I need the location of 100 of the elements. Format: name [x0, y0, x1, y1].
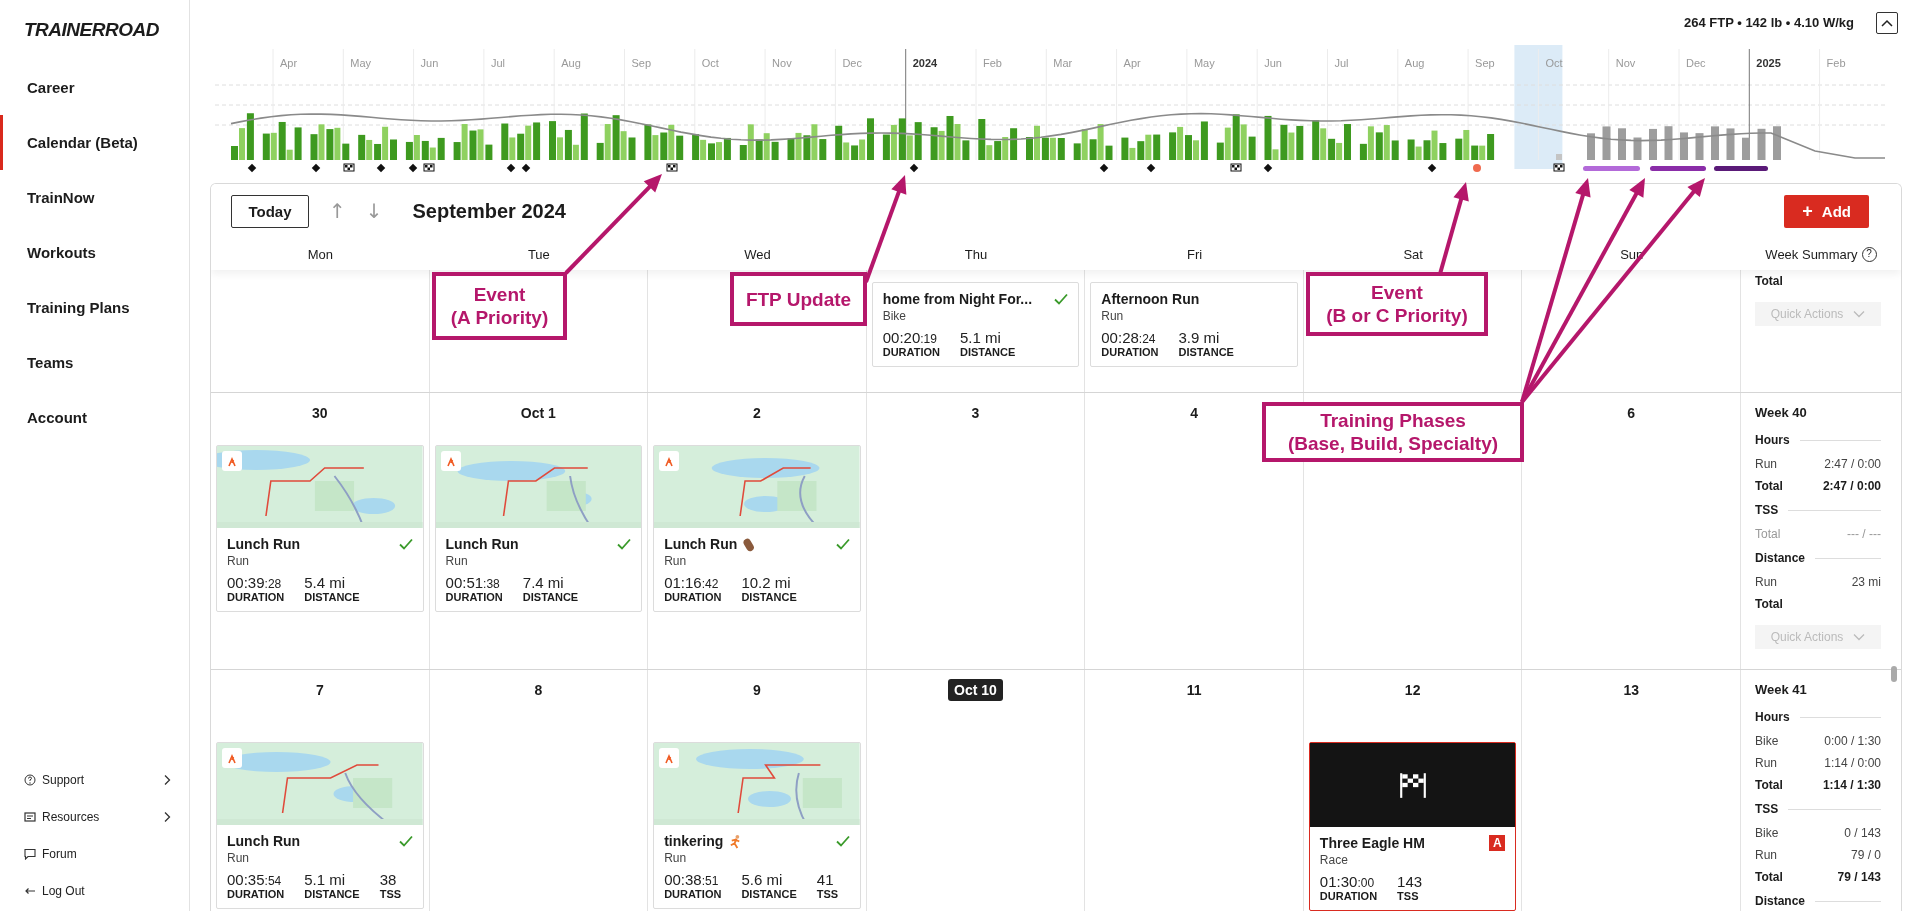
- diamond-icon[interactable]: [408, 163, 418, 173]
- summary-heading: Hours: [1755, 710, 1790, 724]
- sport-label: Run: [445, 554, 468, 568]
- stat-value: 00:39:28: [227, 574, 283, 591]
- summary-label: Run: [1755, 848, 1777, 862]
- stat-label: TSS: [816, 888, 839, 900]
- summary-heading: Distance: [1755, 551, 1805, 565]
- diamond-icon[interactable]: [311, 163, 321, 173]
- date-label: 13: [1622, 681, 1640, 700]
- diamond-icon[interactable]: [1263, 163, 1273, 173]
- sport-label: Run: [227, 554, 249, 568]
- summary-heading: TSS: [1755, 802, 1779, 816]
- week-title: Week 40: [1755, 404, 1807, 420]
- date-label: 3: [970, 404, 981, 423]
- stat-label: DISTANCE: [741, 591, 797, 603]
- race-card[interactable]: Three Eagle HM A Race 01:30:00 DURATION 143 TSS: [1308, 742, 1517, 911]
- month-label: Oct: [701, 57, 719, 69]
- stat-label: DURATION: [664, 591, 722, 603]
- checkered-flag-icon[interactable]: [666, 163, 678, 172]
- weekday-label: Thu: [964, 246, 988, 262]
- scrollbar-thumb[interactable]: [1891, 666, 1897, 682]
- diamond-icon[interactable]: [1099, 163, 1109, 173]
- activity-card[interactable]: Lunch Run Run 00:39:28 DURATION 5.4 mi DISTANCE: [216, 445, 424, 612]
- month-label: Feb: [1826, 57, 1846, 69]
- diamond-icon[interactable]: [1427, 163, 1437, 173]
- summary-label: Total: [1755, 870, 1783, 884]
- activity-card[interactable]: Lunch Run Run 00:35:54 DURATION 5.1 mi DISTANCE 38 TSS: [216, 742, 424, 909]
- summary-label: Total: [1755, 527, 1781, 541]
- summary-value: 1:14 / 1:30: [1822, 778, 1881, 792]
- summary-heading: TSS: [1755, 503, 1779, 517]
- diamond-icon[interactable]: [909, 163, 919, 173]
- annotation-label: Event (A Priority): [432, 272, 567, 340]
- nav-item[interactable]: Workouts: [0, 225, 189, 280]
- weekday-label: Fri: [1186, 246, 1203, 262]
- stat-value: 7.4 mi: [522, 574, 565, 591]
- summary-heading: Hours: [1755, 433, 1790, 447]
- activity-card[interactable]: Lunch Run Run 01:16:42 DURATION 10.2 mi DISTANCE: [653, 445, 861, 612]
- nav-item[interactable]: Account: [0, 390, 189, 445]
- activity-title: Lunch Run: [445, 536, 519, 552]
- sidebar-link[interactable]: Log Out: [42, 883, 85, 898]
- stat-label: TSS: [379, 888, 402, 900]
- month-label: Nov: [772, 57, 792, 69]
- logo[interactable]: TRAINERROAD: [0, 0, 159, 60]
- event-dot[interactable]: [1473, 164, 1481, 172]
- weekday-label: Tue: [527, 246, 550, 262]
- checkered-flag-icon[interactable]: [1553, 163, 1565, 172]
- add-button[interactable]: + Add: [1784, 194, 1869, 228]
- nav-item[interactable]: Career: [0, 60, 189, 115]
- diamond-icon[interactable]: [1146, 163, 1156, 173]
- nav-item[interactable]: TrainNow: [0, 170, 189, 225]
- stat-value: 5.1 mi: [959, 329, 1002, 346]
- activity-card[interactable]: Lunch Run Run 00:51:38 DURATION 7.4 mi DISTANCE: [434, 445, 643, 612]
- sidebar-link[interactable]: Resources: [42, 809, 100, 824]
- checkered-flag-icon[interactable]: [343, 163, 355, 172]
- month-label: Dec: [1686, 57, 1706, 69]
- sidebar-link[interactable]: Support: [42, 772, 85, 787]
- month-label: Aug: [561, 57, 581, 69]
- stat-label: DISTANCE: [959, 346, 1016, 358]
- date-label: 30: [311, 404, 329, 423]
- annotation-label: Training Phases (Base, Build, Specialty): [1262, 402, 1524, 462]
- checkered-flag-icon[interactable]: [423, 163, 435, 172]
- week-title: Week 41: [1755, 681, 1807, 697]
- activity-title: Afternoon Run: [1101, 291, 1200, 307]
- chat-icon: [24, 847, 36, 860]
- activity-card[interactable]: home from Night For... Bike 00:20:19 DURATION 5.1 mi DISTANCE: [871, 282, 1080, 367]
- help-icon: [24, 773, 36, 786]
- lightning-icon: [440, 451, 461, 471]
- stat-label: DURATION: [227, 888, 285, 900]
- activity-card[interactable]: Afternoon Run Run 00:28:24 DURATION 3.9 mi DISTANCE: [1090, 282, 1298, 367]
- activity-card[interactable]: tinkering Run 00:38:51 DURATION 5.6 mi DISTANCE 41 TSS: [653, 742, 861, 909]
- today-button[interactable]: Today: [231, 194, 309, 228]
- collapse-button[interactable]: [1876, 11, 1898, 34]
- stat-label: TSS: [1397, 890, 1420, 902]
- month-label: May: [350, 57, 372, 69]
- checkered-flag-icon[interactable]: [1230, 163, 1242, 172]
- year-label: 2025: [1756, 57, 1781, 69]
- checkered-flag-icon: [1397, 770, 1428, 800]
- stat-label: DISTANCE: [304, 591, 360, 603]
- lightning-icon: [659, 748, 680, 768]
- month-label: Jul: [1334, 57, 1349, 69]
- stat-value: 00:35:54: [227, 871, 283, 888]
- diamond-icon[interactable]: [247, 163, 257, 173]
- stat-value: 00:28:24: [1101, 329, 1157, 346]
- stat-value: 01:16:42: [664, 574, 720, 591]
- activity-title: Lunch Run: [664, 536, 738, 552]
- stat-value: 5.6 mi: [741, 871, 784, 888]
- nav-item[interactable]: Calendar (Beta): [0, 115, 189, 170]
- weekday-label: Wed: [744, 246, 771, 262]
- nav-item[interactable]: Training Plans: [0, 280, 189, 335]
- sidebar-link[interactable]: Forum: [42, 846, 77, 861]
- diamond-icon[interactable]: [376, 163, 386, 173]
- summary-label: Total: [1755, 597, 1783, 611]
- date-label: 6: [1626, 404, 1637, 423]
- sport-label: Race: [1319, 853, 1348, 867]
- fitness-stats: 264 FTP • 142 lb • 4.10 W/kg: [1684, 15, 1854, 30]
- summary-value: 23 mi: [1851, 575, 1881, 589]
- stat-value: 143: [1397, 873, 1423, 890]
- nav-item[interactable]: Teams: [0, 335, 189, 390]
- stat-label: DISTANCE: [522, 591, 579, 603]
- sport-label: Bike: [882, 309, 907, 323]
